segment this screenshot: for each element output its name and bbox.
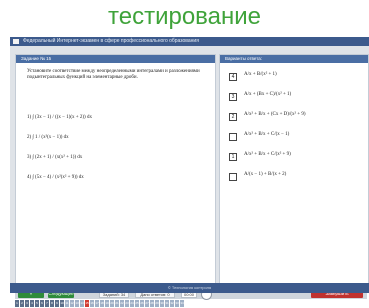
question-header: Задание № 15 bbox=[16, 55, 215, 63]
question-nav-cell[interactable]: 11 bbox=[65, 300, 69, 307]
answer-checkbox-6[interactable] bbox=[229, 173, 237, 181]
answer-checkbox-2[interactable]: 3 bbox=[229, 93, 237, 101]
answer-expression-4: A/x² + B/x + C/(x − 1) bbox=[244, 132, 290, 137]
answer-checkbox-1[interactable]: 4 bbox=[229, 73, 237, 81]
app-titlebar: Федеральный Интернет-экзамен в сфере про… bbox=[10, 37, 369, 46]
question-nav-cell[interactable]: 3 bbox=[25, 300, 29, 307]
question-nav-cell[interactable]: 4 bbox=[30, 300, 34, 307]
answer-expression-2: A/x + (Bx + C)/(x² + 1) bbox=[244, 92, 292, 97]
answers-header: Варианты ответа: bbox=[220, 55, 368, 63]
question-nav-cell[interactable]: 22 bbox=[120, 300, 124, 307]
question-nav-cell[interactable]: 16 bbox=[90, 300, 94, 307]
question-nav-cell[interactable]: 1 bbox=[15, 300, 19, 307]
question-nav-cell[interactable]: 21 bbox=[115, 300, 119, 307]
answer-checkbox-3[interactable]: 2 bbox=[229, 113, 237, 121]
question-nav-cell[interactable]: 31 bbox=[165, 300, 169, 307]
question-nav-cell[interactable]: 12 bbox=[70, 300, 74, 307]
question-nav-cell[interactable]: 30 bbox=[160, 300, 164, 307]
question-nav-cell[interactable]: 6 bbox=[40, 300, 44, 307]
question-nav-cell[interactable]: 7 bbox=[45, 300, 49, 307]
answer-option-5[interactable]: 1 A/x² + B/x + C/(x² + 9) bbox=[229, 150, 359, 166]
answer-checkbox-4[interactable] bbox=[229, 133, 237, 141]
question-nav-cell[interactable]: 8 bbox=[50, 300, 54, 307]
integral-item-3: 3) ∫ (2x + 1) / (x(x² + 1)) dx bbox=[27, 155, 83, 160]
answer-option-6[interactable]: A/(x − 1) + B/(x + 2) bbox=[229, 170, 359, 186]
question-nav-cell[interactable]: 25 bbox=[135, 300, 139, 307]
footer-text: © Технология контроля bbox=[167, 285, 212, 290]
question-nav-cell[interactable]: 33 bbox=[175, 300, 179, 307]
answer-expression-5: A/x² + B/x + C/(x² + 9) bbox=[244, 152, 291, 157]
question-nav-cell[interactable]: 20 bbox=[110, 300, 114, 307]
app-title: Федеральный Интернет-экзамен в сфере про… bbox=[23, 38, 199, 44]
answer-option-4[interactable]: A/x² + B/x + C/(x − 1) bbox=[229, 130, 359, 146]
question-strip: 1 2 3 4 5 6 7 8 9 10 11 12 13 14 15 16 17 18 19 20 21 22 23 24 2… bbox=[15, 300, 195, 308]
question-nav-cell[interactable]: 13 bbox=[75, 300, 79, 307]
test-window: Федеральный Интернет-экзамен в сфере про… bbox=[10, 37, 369, 307]
question-nav-cell[interactable]: 19 bbox=[105, 300, 109, 307]
question-nav-cell[interactable]: 10 bbox=[60, 300, 64, 307]
answer-checkbox-5[interactable]: 1 bbox=[229, 153, 237, 161]
question-nav-cell[interactable]: 27 bbox=[145, 300, 149, 307]
answers-title: Варианты ответа: bbox=[225, 56, 262, 61]
question-nav-cell[interactable]: 29 bbox=[155, 300, 159, 307]
question-nav-cell[interactable]: 5 bbox=[35, 300, 39, 307]
question-nav-cell[interactable]: 34 bbox=[180, 300, 184, 307]
answer-option-2[interactable]: 3 A/x + (Bx + C)/(x² + 1) bbox=[229, 90, 359, 106]
question-nav-cell[interactable]: 17 bbox=[95, 300, 99, 307]
slide-title: тестирование bbox=[108, 3, 261, 30]
question-panel: Задание № 15 Установите соответствие меж… bbox=[15, 54, 216, 286]
question-nav-cell[interactable]: 32 bbox=[170, 300, 174, 307]
question-nav-cell[interactable]: 15 bbox=[85, 300, 89, 307]
app-footer: © Технология контроля bbox=[10, 283, 369, 293]
question-nav-cell[interactable]: 9 bbox=[55, 300, 59, 307]
question-nav-cell[interactable]: 28 bbox=[150, 300, 154, 307]
answer-expression-3: A/x² + B/x + (Cx + D)/(x² + 9) bbox=[244, 112, 306, 117]
answers-panel: Варианты ответа: 4 A/x + B/(x² + 1) 3 A/… bbox=[219, 54, 369, 286]
answer-expression-1: A/x + B/(x² + 1) bbox=[244, 72, 277, 77]
app-logo-icon bbox=[13, 39, 19, 44]
question-nav-cell[interactable]: 23 bbox=[125, 300, 129, 307]
question-nav-cell[interactable]: 18 bbox=[100, 300, 104, 307]
answer-expression-6: A/(x − 1) + B/(x + 2) bbox=[244, 172, 287, 177]
integral-item-4: 4) ∫ (5x − 4) / (x²(x² + 9)) dx bbox=[27, 175, 84, 180]
integral-item-1: 1) ∫ (3x − 1) / ((x − 1)(x + 2)) dx bbox=[27, 115, 92, 120]
question-text: Установите соответствие между неопределе… bbox=[27, 69, 200, 80]
question-nav-cell[interactable]: 26 bbox=[140, 300, 144, 307]
answer-option-1[interactable]: 4 A/x + B/(x² + 1) bbox=[229, 70, 359, 86]
question-nav-cell[interactable]: 24 bbox=[130, 300, 134, 307]
question-nav-cell[interactable]: 2 bbox=[20, 300, 24, 307]
answer-option-3[interactable]: 2 A/x² + B/x + (Cx + D)/(x² + 9) bbox=[229, 110, 359, 126]
question-number: Задание № 15 bbox=[21, 56, 52, 61]
question-nav-cell[interactable]: 14 bbox=[80, 300, 84, 307]
integral-item-2: 2) ∫ 1 / (x²(x − 1)) dx bbox=[27, 135, 69, 140]
